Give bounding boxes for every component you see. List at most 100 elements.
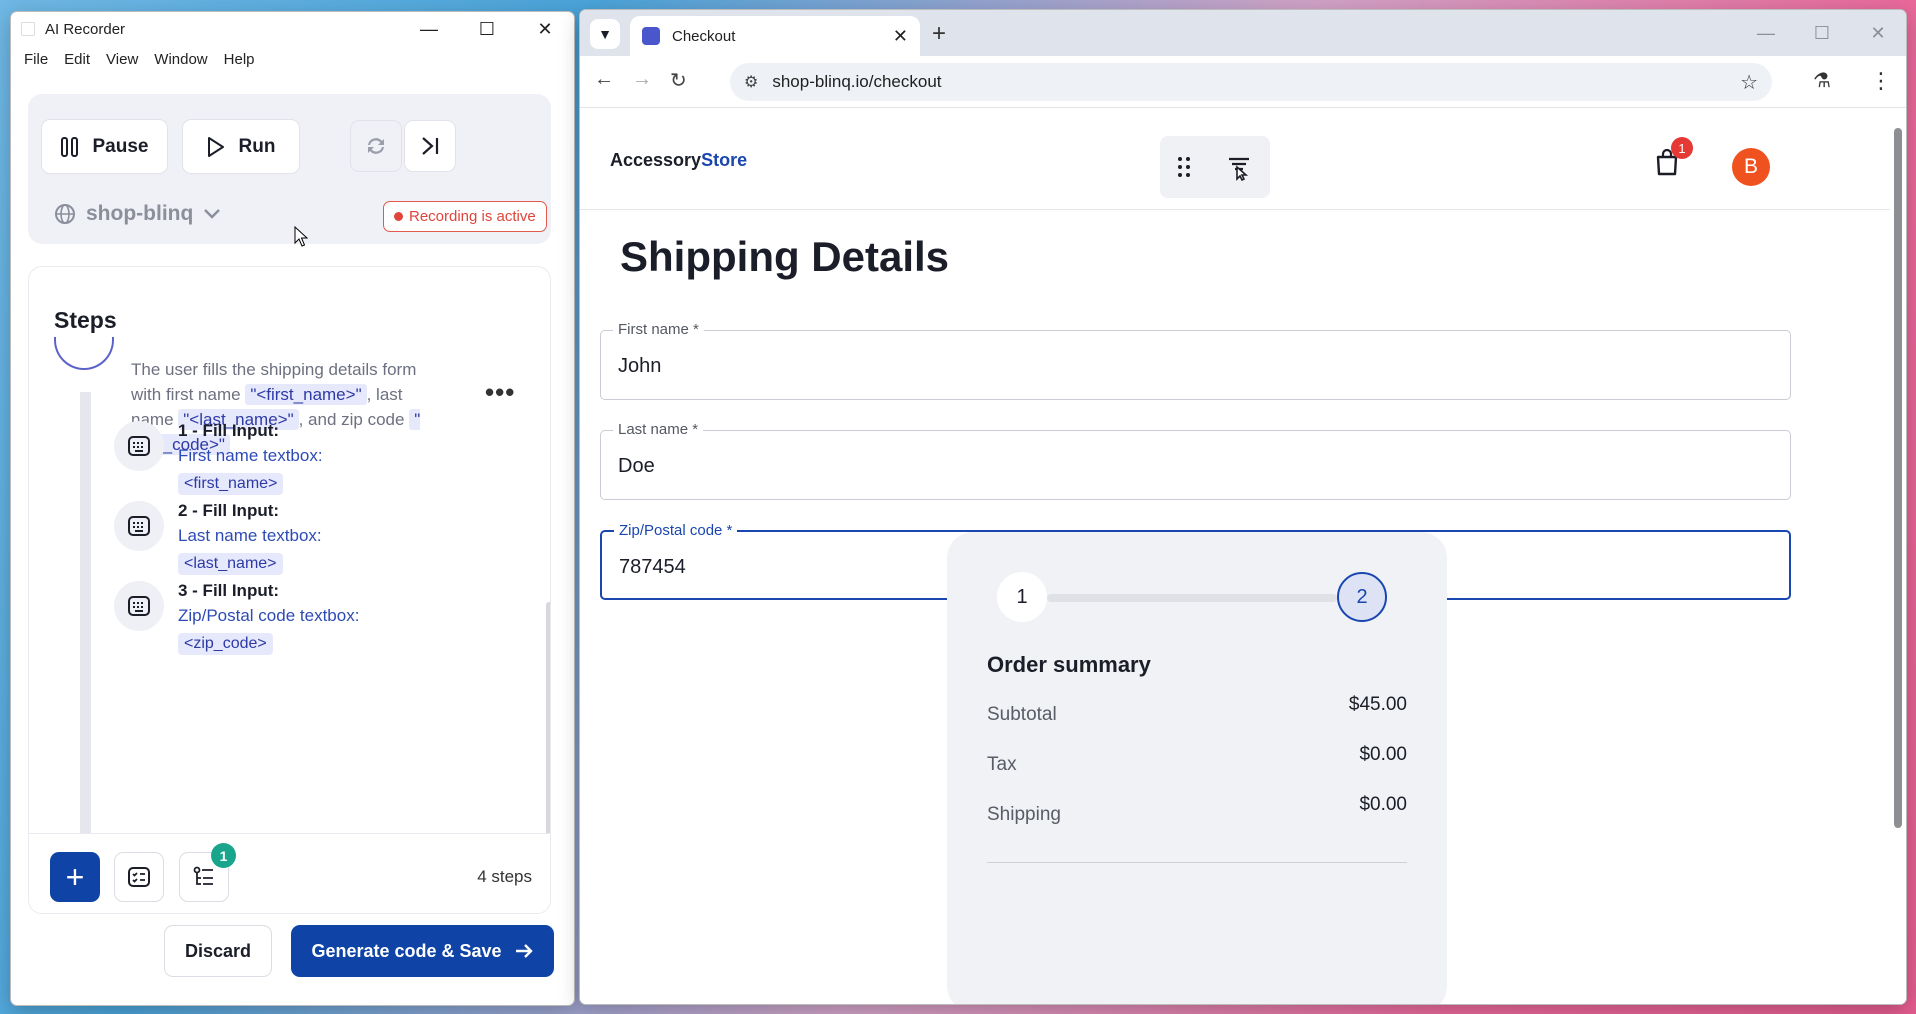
shipping-row: Shipping $0.00 [987,794,1407,826]
substep-title: 3 - Fill Input: [178,581,280,600]
menu-window[interactable]: Window [146,51,215,68]
subtotal-value: $45.00 [1348,694,1407,715]
substep-2[interactable]: 2 - Fill Input: Last name textbox: <last… [114,501,454,575]
first-name-label: First name * [613,321,704,338]
steps-scrollbar[interactable] [546,602,550,837]
last-name-label: Last name * [613,421,704,438]
notification-badge: 1 [211,843,236,868]
browser-toolbar: ← → ↻ ⚙ shop-blinq.io/checkout ☆ ⚗ ⋮ [580,56,1906,108]
generate-save-button[interactable]: Generate code & Save [291,925,554,977]
drag-handle-icon[interactable] [1177,156,1191,178]
store-logo[interactable]: AccessoryStore [610,150,747,171]
tax-label: Tax [987,754,1017,775]
substep-value: <first_name> [178,473,284,495]
keyboard-icon [114,501,164,551]
project-name: shop-blinq [86,202,194,225]
first-name-value: John [618,355,662,377]
stepper-line [1047,594,1337,602]
menu-help[interactable]: Help [216,51,263,68]
substep-target: Last name textbox: [178,526,322,545]
zip-code-value: 787454 [619,556,686,578]
last-name-value: Doe [618,455,655,477]
menu-view[interactable]: View [98,51,146,68]
steps-panel: Steps The user fills the shipping detail… [28,266,551,914]
substep-3[interactable]: 3 - Fill Input: Zip/Postal code textbox:… [114,581,454,655]
substep-title: 1 - Fill Input: [178,421,280,440]
checklist-icon [128,867,150,887]
globe-icon [55,204,75,224]
timeline-rail [80,392,91,842]
back-arrow-icon[interactable]: ← [594,68,614,91]
recording-status-badge: Recording is active [383,201,547,232]
play-icon [207,136,224,157]
run-button[interactable]: Run [182,119,300,174]
browser-minimize-button[interactable]: — [1738,10,1794,56]
substep-target: First name textbox: [178,446,323,465]
project-selector[interactable]: shop-blinq [54,202,221,226]
menu-file[interactable]: File [16,51,56,68]
window-title: AI Recorder [45,20,126,38]
browser-close-button[interactable]: ✕ [1850,10,1906,56]
browser-window: ▼ Checkout ✕ + — ☐ ✕ ← → ↻ ⚙ shop-blinq.… [580,10,1906,1004]
refresh-button[interactable] [350,120,402,172]
steps-toolbar: + 1 4 steps [29,833,550,913]
first-name-field[interactable]: First name * John [600,321,1791,400]
steps-count: 4 steps [477,867,532,886]
skip-to-end-button[interactable] [404,120,456,172]
browser-menu-icon[interactable]: ⋮ [1870,68,1892,94]
browser-maximize-button[interactable]: ☐ [1794,10,1850,56]
order-summary-card: 1 2 Order summary Subtotal $45.00 Tax $0… [947,532,1447,1004]
last-name-field[interactable]: Last name * Doe [600,421,1791,500]
stepper-step-1[interactable]: 1 [997,572,1047,622]
tab-search-button[interactable]: ▼ [590,19,620,49]
menu-edit[interactable]: Edit [56,51,98,68]
generate-label: Generate code & Save [311,940,502,961]
labs-flask-icon[interactable]: ⚗ [1813,68,1831,93]
reload-icon[interactable]: ↻ [670,68,687,93]
tax-row: Tax $0.00 [987,744,1407,776]
forward-arrow-icon[interactable]: → [632,68,652,91]
var-first-name: "<first_name>" [245,384,367,405]
list-tree-icon [193,866,213,885]
user-avatar[interactable]: B [1732,148,1770,186]
page-scrollbar[interactable] [1890,108,1906,1004]
maximize-button[interactable]: ☐ [458,12,516,46]
page-title: Shipping Details [620,233,950,280]
substep-1[interactable]: 1 - Fill Input: First name textbox: <fir… [114,421,454,495]
page-scrollbar-thumb[interactable] [1894,128,1902,828]
checklist-button[interactable] [114,852,164,902]
recorder-toolbar-widget [1160,136,1270,198]
step-more-menu-button[interactable]: ••• [485,377,515,408]
pause-button[interactable]: Pause [41,119,168,174]
substep-target: Zip/Postal code textbox: [178,606,360,625]
cart-count-badge: 1 [1671,137,1693,159]
stepper-step-2[interactable]: 2 [1337,572,1387,622]
discard-button[interactable]: Discard [164,925,272,977]
tab-checkout[interactable]: Checkout ✕ [630,16,920,56]
site-info-icon[interactable]: ⚙ [744,72,758,92]
substep-value: <last_name> [178,553,283,575]
new-tab-button[interactable]: + [932,20,946,48]
order-summary-title: Order summary [987,652,1151,677]
refresh-icon [368,138,384,154]
close-tab-icon[interactable]: ✕ [893,26,908,47]
skip-end-icon [422,137,439,155]
summary-divider [987,862,1407,863]
logo-part-a: Accessory [610,150,702,170]
zip-code-label: Zip/Postal code * [614,522,738,539]
minimize-button[interactable]: — [400,12,458,46]
pointer-select-icon[interactable] [1225,153,1253,181]
close-button[interactable]: ✕ [516,12,574,46]
chevron-down-icon: ▼ [598,26,612,42]
favicon-icon [642,27,660,45]
recorder-window: AI Recorder — ☐ ✕ File Edit View Window … [11,12,574,1005]
logo-part-b: Store [701,150,748,170]
address-bar[interactable]: ⚙ shop-blinq.io/checkout ☆ [730,63,1772,101]
pause-label: Pause [92,135,149,157]
add-step-button[interactable]: + [50,852,100,902]
substep-value: <zip_code> [178,633,273,655]
menubar: File Edit View Window Help [11,46,574,72]
bookmark-star-icon[interactable]: ☆ [1740,70,1758,95]
plus-icon: + [65,859,85,895]
arrow-right-icon [515,944,533,958]
